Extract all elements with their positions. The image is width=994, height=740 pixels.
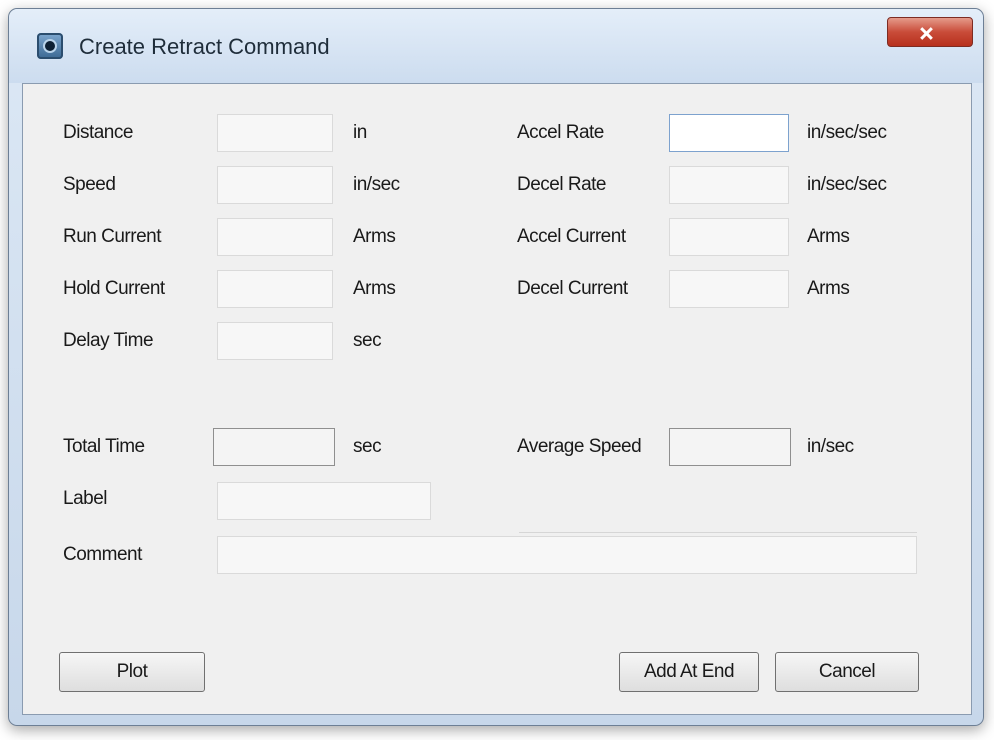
speed-unit: in/sec: [353, 174, 400, 195]
decel-rate-unit: in/sec/sec: [807, 174, 887, 195]
accel-current-input[interactable]: [669, 218, 789, 256]
app-gear-icon: [37, 33, 63, 59]
distance-unit: in: [353, 122, 367, 143]
decel-current-unit: Arms: [807, 278, 850, 299]
run-current-input[interactable]: [217, 218, 333, 256]
distance-input[interactable]: [217, 114, 333, 152]
title-bar[interactable]: Create Retract Command: [9, 9, 983, 83]
close-button[interactable]: [887, 17, 973, 47]
average-speed-unit: in/sec: [807, 436, 854, 457]
speed-input[interactable]: [217, 166, 333, 204]
hold-current-input[interactable]: [217, 270, 333, 308]
dialog-body: Distance in Speed in/sec Run Current Arm…: [22, 83, 972, 715]
distance-label: Distance: [63, 122, 133, 143]
accel-current-unit: Arms: [807, 226, 850, 247]
divider: [519, 532, 917, 533]
total-time-label: Total Time: [63, 436, 145, 457]
label-label: Label: [63, 488, 108, 509]
accel-rate-label: Accel Rate: [517, 122, 604, 143]
accel-rate-unit: in/sec/sec: [807, 122, 887, 143]
average-speed-label: Average Speed: [517, 436, 642, 457]
decel-current-input[interactable]: [669, 270, 789, 308]
hold-current-label: Hold Current: [63, 278, 165, 299]
average-speed-field[interactable]: [669, 428, 791, 466]
speed-label: Speed: [63, 174, 116, 195]
decel-rate-label: Decel Rate: [517, 174, 607, 195]
comment-label: Comment: [63, 544, 142, 565]
add-at-end-button[interactable]: Add At End: [619, 652, 759, 692]
window-title: Create Retract Command: [79, 34, 330, 59]
total-time-unit: sec: [353, 436, 382, 457]
cancel-button[interactable]: Cancel: [775, 652, 919, 692]
run-current-label: Run Current: [63, 226, 162, 247]
hold-current-unit: Arms: [353, 278, 396, 299]
comment-input[interactable]: [217, 536, 917, 574]
accel-rate-input[interactable]: [669, 114, 789, 152]
decel-rate-input[interactable]: [669, 166, 789, 204]
delay-time-input[interactable]: [217, 322, 333, 360]
accel-current-label: Accel Current: [517, 226, 626, 247]
dialog-window: Create Retract Command Distance in Speed…: [8, 8, 984, 726]
delay-time-label: Delay Time: [63, 330, 154, 351]
total-time-field[interactable]: [213, 428, 335, 466]
delay-time-unit: sec: [353, 330, 382, 351]
run-current-unit: Arms: [353, 226, 396, 247]
decel-current-label: Decel Current: [517, 278, 628, 299]
label-input[interactable]: [217, 482, 431, 520]
plot-button[interactable]: Plot: [59, 652, 205, 692]
